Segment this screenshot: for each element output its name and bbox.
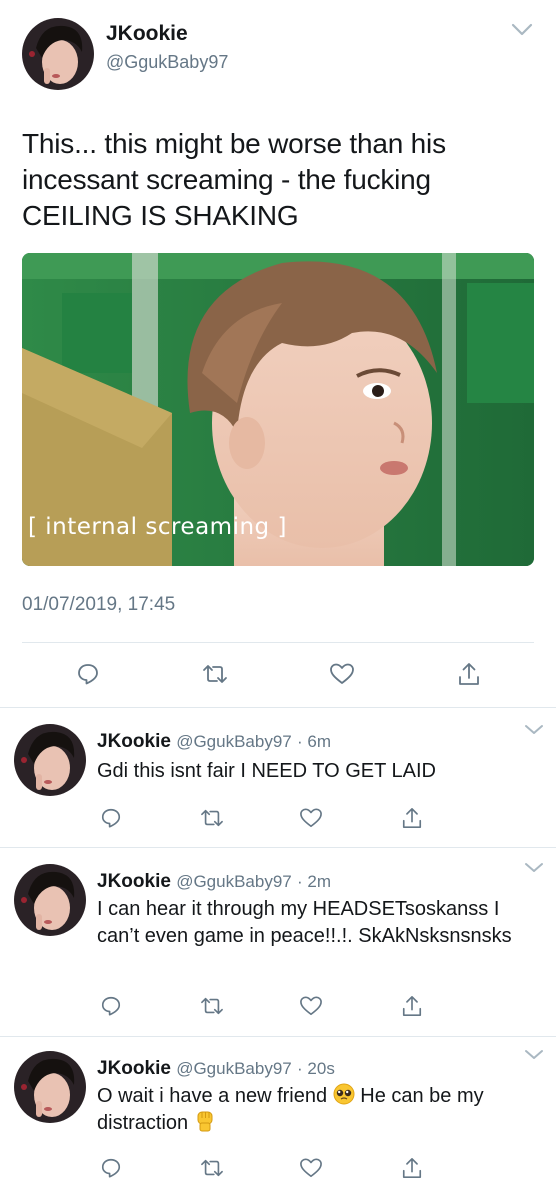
reply-header: JKookie @GgukBaby97 · 2m xyxy=(97,871,331,893)
reply-text: I can hear it through my HEADSETsoskanss… xyxy=(97,898,512,947)
user-handle[interactable]: @GgukBaby97 xyxy=(176,732,292,751)
share-icon[interactable] xyxy=(398,804,426,832)
user-handle[interactable]: @GgukBaby97 xyxy=(176,1059,292,1078)
chevron-down-icon[interactable] xyxy=(510,22,534,38)
share-icon[interactable] xyxy=(398,992,426,1020)
display-name[interactable]: JKookie xyxy=(97,871,171,892)
tweet-image[interactable]: [ internal screaming ] xyxy=(22,253,534,566)
avatar[interactable] xyxy=(22,18,94,90)
pleading-face-emoji xyxy=(333,1083,355,1105)
retweet-icon[interactable] xyxy=(198,992,226,1020)
relative-time[interactable]: · 6m xyxy=(297,732,331,751)
tweet-text: This... this might be worse than his inc… xyxy=(22,128,446,231)
tweet-actions xyxy=(0,658,556,694)
like-icon[interactable] xyxy=(297,1154,325,1182)
relative-time[interactable]: · 20s xyxy=(297,1059,335,1078)
share-icon[interactable] xyxy=(398,1154,426,1182)
reply-header: JKookie @GgukBaby97 · 20s xyxy=(97,1058,335,1080)
chevron-down-icon[interactable] xyxy=(524,724,544,736)
retweet-icon[interactable] xyxy=(198,1154,226,1182)
reply-icon[interactable] xyxy=(72,658,104,690)
reply-tweet[interactable]: JKookie @GgukBaby97 · 20s O wait i have … xyxy=(0,1037,556,1200)
avatar[interactable] xyxy=(14,724,86,796)
reply-tweet[interactable]: JKookie @GgukBaby97 · 6m Gdi this isnt f… xyxy=(0,708,556,848)
reply-header: JKookie @GgukBaby97 · 6m xyxy=(97,731,331,753)
user-handle[interactable]: @GgukBaby97 xyxy=(106,52,228,73)
reply-text-part: O wait i have a new friend xyxy=(97,1085,328,1107)
like-icon[interactable] xyxy=(326,658,358,690)
reply-icon[interactable] xyxy=(97,804,125,832)
reply-actions xyxy=(0,992,556,1022)
display-name[interactable]: JKookie xyxy=(97,1058,171,1079)
reply-actions xyxy=(0,1154,556,1184)
main-tweet: JKookie @GgukBaby97 This... this might b… xyxy=(0,0,556,708)
chevron-down-icon[interactable] xyxy=(524,862,544,874)
display-name[interactable]: JKookie xyxy=(106,22,188,46)
avatar[interactable] xyxy=(14,864,86,936)
avatar[interactable] xyxy=(14,1051,86,1123)
reply-text: Gdi this isnt fair I NEED TO GET LAID xyxy=(97,760,436,782)
display-name[interactable]: JKookie xyxy=(97,731,171,752)
reply-actions xyxy=(0,804,556,834)
divider xyxy=(22,642,534,643)
chevron-down-icon[interactable] xyxy=(524,1049,544,1061)
reply-icon[interactable] xyxy=(97,992,125,1020)
like-icon[interactable] xyxy=(297,804,325,832)
relative-time[interactable]: · 2m xyxy=(297,872,331,891)
reply-tweet[interactable]: JKookie @GgukBaby97 · 2m I can hear it t… xyxy=(0,848,556,1037)
raised-fist-emoji xyxy=(197,1111,213,1132)
reply-icon[interactable] xyxy=(97,1154,125,1182)
like-icon[interactable] xyxy=(297,992,325,1020)
user-handle[interactable]: @GgukBaby97 xyxy=(176,872,292,891)
image-caption: [ internal screaming ] xyxy=(28,514,287,540)
retweet-icon[interactable] xyxy=(198,804,226,832)
retweet-icon[interactable] xyxy=(199,658,231,690)
share-icon[interactable] xyxy=(453,658,485,690)
reply-text: O wait i have a new friend He can be my … xyxy=(97,1083,517,1137)
tweet-timestamp[interactable]: 01/07/2019, 17:45 xyxy=(22,594,175,616)
